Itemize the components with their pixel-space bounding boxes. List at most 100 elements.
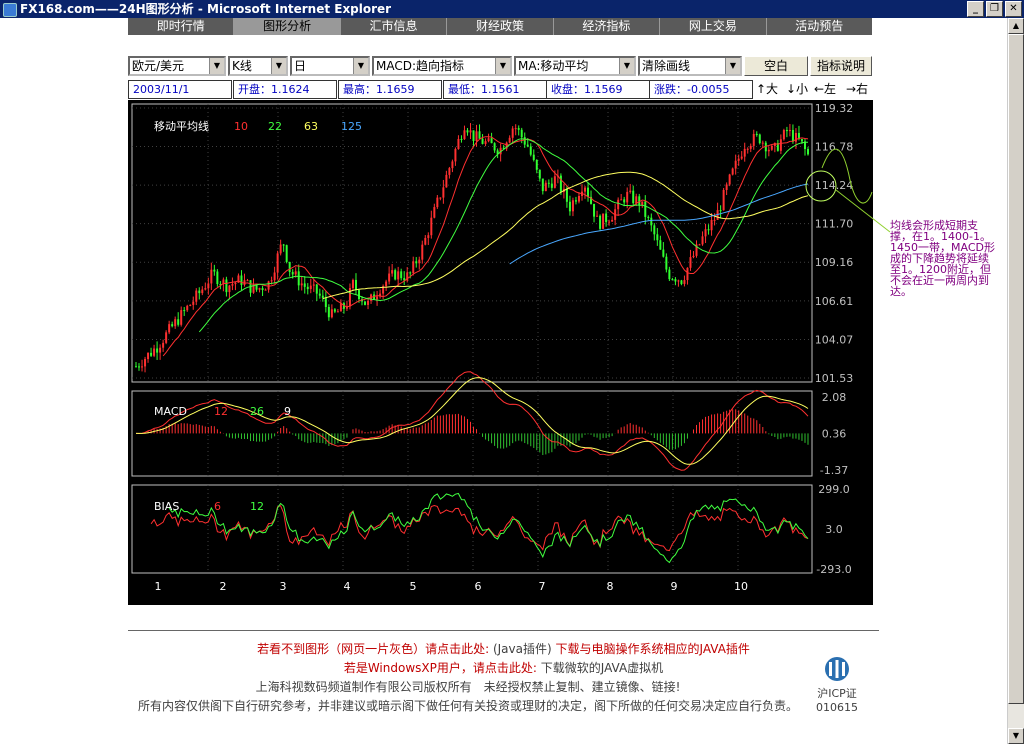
candle-body [568, 201, 571, 212]
java-plugin-link[interactable]: 下载与电脑操作系统相应的JAVA插件 [556, 642, 750, 656]
blank-button[interactable]: 空白 [744, 56, 808, 76]
candle-body [183, 310, 186, 312]
period-select[interactable]: 日 ▼ [290, 56, 370, 76]
icp-badge[interactable]: 沪ICP证 010615 [812, 656, 862, 714]
candle-body [189, 304, 192, 306]
indicator-help-button[interactable]: 指标说明 [810, 56, 872, 76]
chevron-down-icon[interactable]: ▼ [619, 58, 634, 74]
candle-body [584, 187, 587, 192]
nav-item-online-trading[interactable]: 网上交易 [660, 18, 767, 35]
candle-body [324, 297, 327, 307]
zoom-out-button[interactable]: ↓小 [786, 80, 808, 99]
java-hint: 若看不到图形（网页一片灰色）请点击此处: [257, 642, 490, 656]
candle-body [156, 348, 159, 353]
scroll-left-button[interactable]: ←左 [814, 80, 836, 99]
candle-body [177, 319, 180, 325]
nav-item-fx-info[interactable]: 汇市信息 [341, 18, 448, 35]
candle-body [541, 178, 544, 192]
low-display: 最低：1.1561 [443, 80, 547, 99]
nav-item-chart-analysis[interactable]: 图形分析 [234, 18, 341, 35]
minimize-button[interactable]: _ [967, 1, 984, 17]
scroll-up-icon[interactable]: ▲ [1008, 18, 1024, 34]
candle-body [662, 249, 665, 257]
icp-logo-icon [825, 657, 849, 681]
candle-body [788, 130, 791, 132]
candle-body [599, 215, 602, 229]
pair-select[interactable]: 欧元/美元 ▼ [128, 56, 226, 76]
indicator2-value: MA:移动平均 [518, 59, 589, 73]
candle-body [394, 270, 397, 280]
indicator1-value: MACD:趋向指标 [376, 59, 465, 73]
xp-hint: 若是WindowsXP用户，请点击此处: [343, 661, 537, 675]
candle-body [388, 273, 391, 282]
candle-body [602, 213, 605, 229]
candle-body [234, 282, 237, 285]
vertical-scrollbar[interactable]: ▲ ▼ [1007, 18, 1024, 744]
chevron-down-icon[interactable]: ▼ [271, 58, 286, 74]
candle-body [574, 200, 577, 202]
candle-body [514, 128, 517, 130]
scroll-thumb[interactable] [1008, 34, 1024, 704]
zoom-in-button[interactable]: ↑大 [756, 80, 778, 99]
candle-body [273, 272, 276, 281]
candle-body [216, 271, 219, 285]
restore-button[interactable]: ❐ [986, 1, 1003, 17]
candle-body [427, 235, 430, 238]
nav-item-economic-indicators[interactable]: 经济指标 [554, 18, 661, 35]
chart-type-select[interactable]: K线 ▼ [228, 56, 288, 76]
y-tick-label: 104.07 [815, 333, 854, 346]
chevron-down-icon[interactable]: ▼ [209, 58, 224, 74]
candle-body [336, 311, 339, 313]
chevron-down-icon[interactable]: ▼ [353, 58, 368, 74]
x-tick-label: 5 [410, 580, 417, 593]
candle-body [656, 234, 659, 241]
candle-body [240, 275, 243, 285]
macd-dif-line [135, 371, 809, 471]
nav-item-events[interactable]: 活动预告 [767, 18, 872, 35]
copyright-text: 上海科视数码频道制作有限公司版权所有 未经授权禁止复制、建立镜像、链接! [255, 680, 681, 694]
candle-body [300, 283, 303, 286]
drawing-select[interactable]: 清除画线 ▼ [638, 56, 742, 76]
chart-area[interactable]: 119.32 116.78 114.24 111.70 109.16 106.61 104.… [128, 100, 873, 605]
candle-body [451, 161, 454, 169]
candle-body [520, 129, 523, 138]
indicator2-select[interactable]: MA:移动平均 ▼ [514, 56, 636, 76]
candle-body [418, 259, 421, 264]
candle-body [611, 219, 614, 222]
candle-body [508, 137, 511, 143]
indicator1-select[interactable]: MACD:趋向指标 ▼ [372, 56, 512, 76]
bias-legend-param: 12 [250, 500, 264, 513]
candle-body [565, 188, 568, 202]
ms-java-link[interactable]: 下载微软的JAVA虚拟机 [541, 661, 663, 675]
drawing-value: 清除画线 [642, 59, 691, 73]
scroll-right-button[interactable]: →右 [846, 80, 868, 99]
chevron-down-icon[interactable]: ▼ [725, 58, 740, 74]
candle-body [367, 300, 370, 305]
window-title: FX168.com——24H图形分析 - Microsoft Internet … [20, 2, 392, 16]
candle-body [409, 272, 412, 274]
candle-body [433, 207, 436, 218]
footer-line2: 若是WindowsXP用户，请点击此处: 下载微软的JAVA虚拟机 [128, 659, 879, 676]
nav-item-finance-policy[interactable]: 财经政策 [447, 18, 554, 35]
candle-body [511, 128, 514, 138]
candle-body [635, 196, 638, 204]
close-button[interactable]: ✕ [1005, 1, 1022, 17]
scroll-down-icon[interactable]: ▼ [1008, 728, 1024, 744]
chevron-down-icon[interactable]: ▼ [495, 58, 510, 74]
y-tick-label: 101.53 [815, 372, 854, 385]
candle-body [204, 288, 207, 290]
period-value: 日 [294, 59, 307, 73]
ie-logo-icon [3, 3, 17, 17]
high-display: 最高：1.1659 [338, 80, 442, 99]
candle-body [448, 168, 451, 175]
candle-body [623, 199, 626, 203]
candle-body [608, 221, 611, 223]
nav-item-quotes[interactable]: 即时行情 [128, 18, 235, 35]
candle-body [791, 130, 794, 142]
candle-body [713, 219, 716, 221]
candle-body [457, 138, 460, 150]
candle-body [333, 309, 336, 312]
candle-body [689, 257, 692, 268]
candle-body [282, 244, 285, 246]
candle-body [740, 156, 743, 159]
